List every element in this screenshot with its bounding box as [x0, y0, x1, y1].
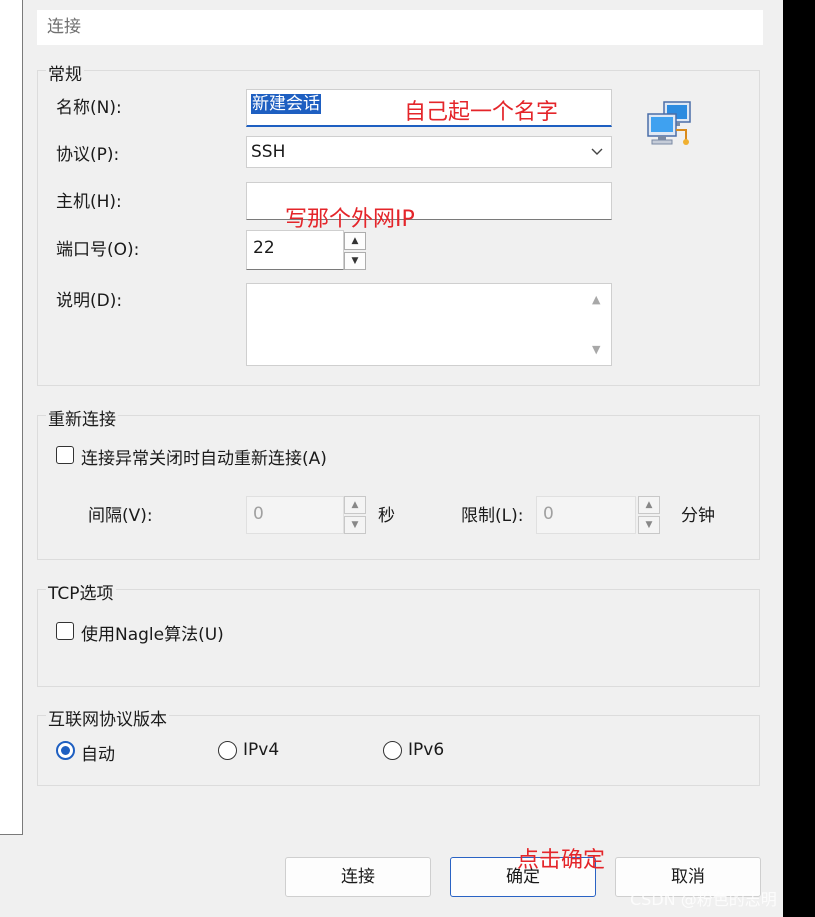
description-scrollbar[interactable]: ▲ ▼ — [588, 285, 610, 365]
limit-unit: 分钟 — [681, 506, 715, 526]
tcp-group-title: TCP选项 — [46, 579, 116, 604]
section-header: 连接 — [37, 10, 763, 45]
host-label: 主机(H): — [56, 192, 122, 212]
port-spinner[interactable]: ▲ ▼ — [344, 232, 366, 270]
radio-ipv6[interactable] — [383, 741, 402, 760]
spin-down-icon[interactable]: ▼ — [344, 252, 366, 270]
interval-spinner[interactable]: ▲ ▼ — [344, 496, 366, 534]
reconnect-group — [37, 415, 760, 560]
reconnect-group-title: 重新连接 — [46, 405, 118, 430]
connect-button[interactable]: 连接 — [285, 857, 431, 897]
description-textarea[interactable] — [246, 283, 612, 366]
ok-hint-annotation: 点击确定 — [517, 848, 606, 873]
description-label: 说明(D): — [56, 291, 123, 311]
spin-up-icon[interactable]: ▲ — [344, 496, 366, 514]
scroll-up-icon[interactable]: ▲ — [592, 293, 600, 306]
limit-label: 限制(L): — [461, 506, 524, 526]
radio-ipv4[interactable] — [218, 741, 237, 760]
radio-auto-label[interactable]: 自动 — [81, 740, 115, 765]
general-group-title: 常规 — [46, 60, 84, 85]
port-input[interactable]: 22 — [246, 230, 344, 270]
spin-up-icon[interactable]: ▲ — [344, 232, 366, 250]
spin-up-icon[interactable]: ▲ — [638, 496, 660, 514]
name-label: 名称(N): — [56, 98, 122, 118]
nagle-label[interactable]: 使用Nagle算法(U) — [81, 620, 224, 645]
auto-reconnect-checkbox[interactable] — [56, 446, 74, 464]
name-input-value: 新建会话 — [251, 94, 321, 114]
protocol-select-value: SSH — [251, 142, 286, 162]
radio-ipv6-label[interactable]: IPv6 — [408, 740, 444, 760]
network-computers-icon — [646, 100, 698, 148]
scroll-down-icon[interactable]: ▼ — [592, 343, 600, 356]
category-tree-pane[interactable] — [0, 0, 23, 835]
chevron-down-icon — [591, 137, 603, 178]
protocol-label: 协议(P): — [56, 145, 120, 165]
auto-reconnect-label[interactable]: 连接异常关闭时自动重新连接(A) — [81, 444, 327, 469]
ip-version-group-title: 互联网协议版本 — [46, 705, 169, 730]
radio-ipv4-label[interactable]: IPv4 — [243, 740, 279, 760]
name-hint-annotation: 自己起一个名字 — [404, 100, 559, 125]
host-hint-annotation: 写那个外网IP — [285, 207, 415, 232]
port-label: 端口号(O): — [56, 240, 140, 260]
csdn-watermark: CSDN @粉色的志明 — [630, 890, 777, 909]
session-properties-dialog: 连接 常规 名称(N): 新建会话 协议(P): SSH 主机(H): 端口号(… — [0, 0, 783, 917]
interval-label: 间隔(V): — [88, 506, 153, 526]
spin-down-icon[interactable]: ▼ — [638, 516, 660, 534]
limit-input[interactable]: 0 — [536, 496, 636, 534]
interval-unit: 秒 — [378, 506, 395, 526]
nagle-checkbox[interactable] — [56, 622, 74, 640]
interval-input[interactable]: 0 — [246, 496, 344, 534]
limit-spinner[interactable]: ▲ ▼ — [638, 496, 660, 534]
spin-down-icon[interactable]: ▼ — [344, 516, 366, 534]
radio-auto[interactable] — [56, 741, 75, 760]
protocol-select[interactable]: SSH — [246, 136, 612, 168]
